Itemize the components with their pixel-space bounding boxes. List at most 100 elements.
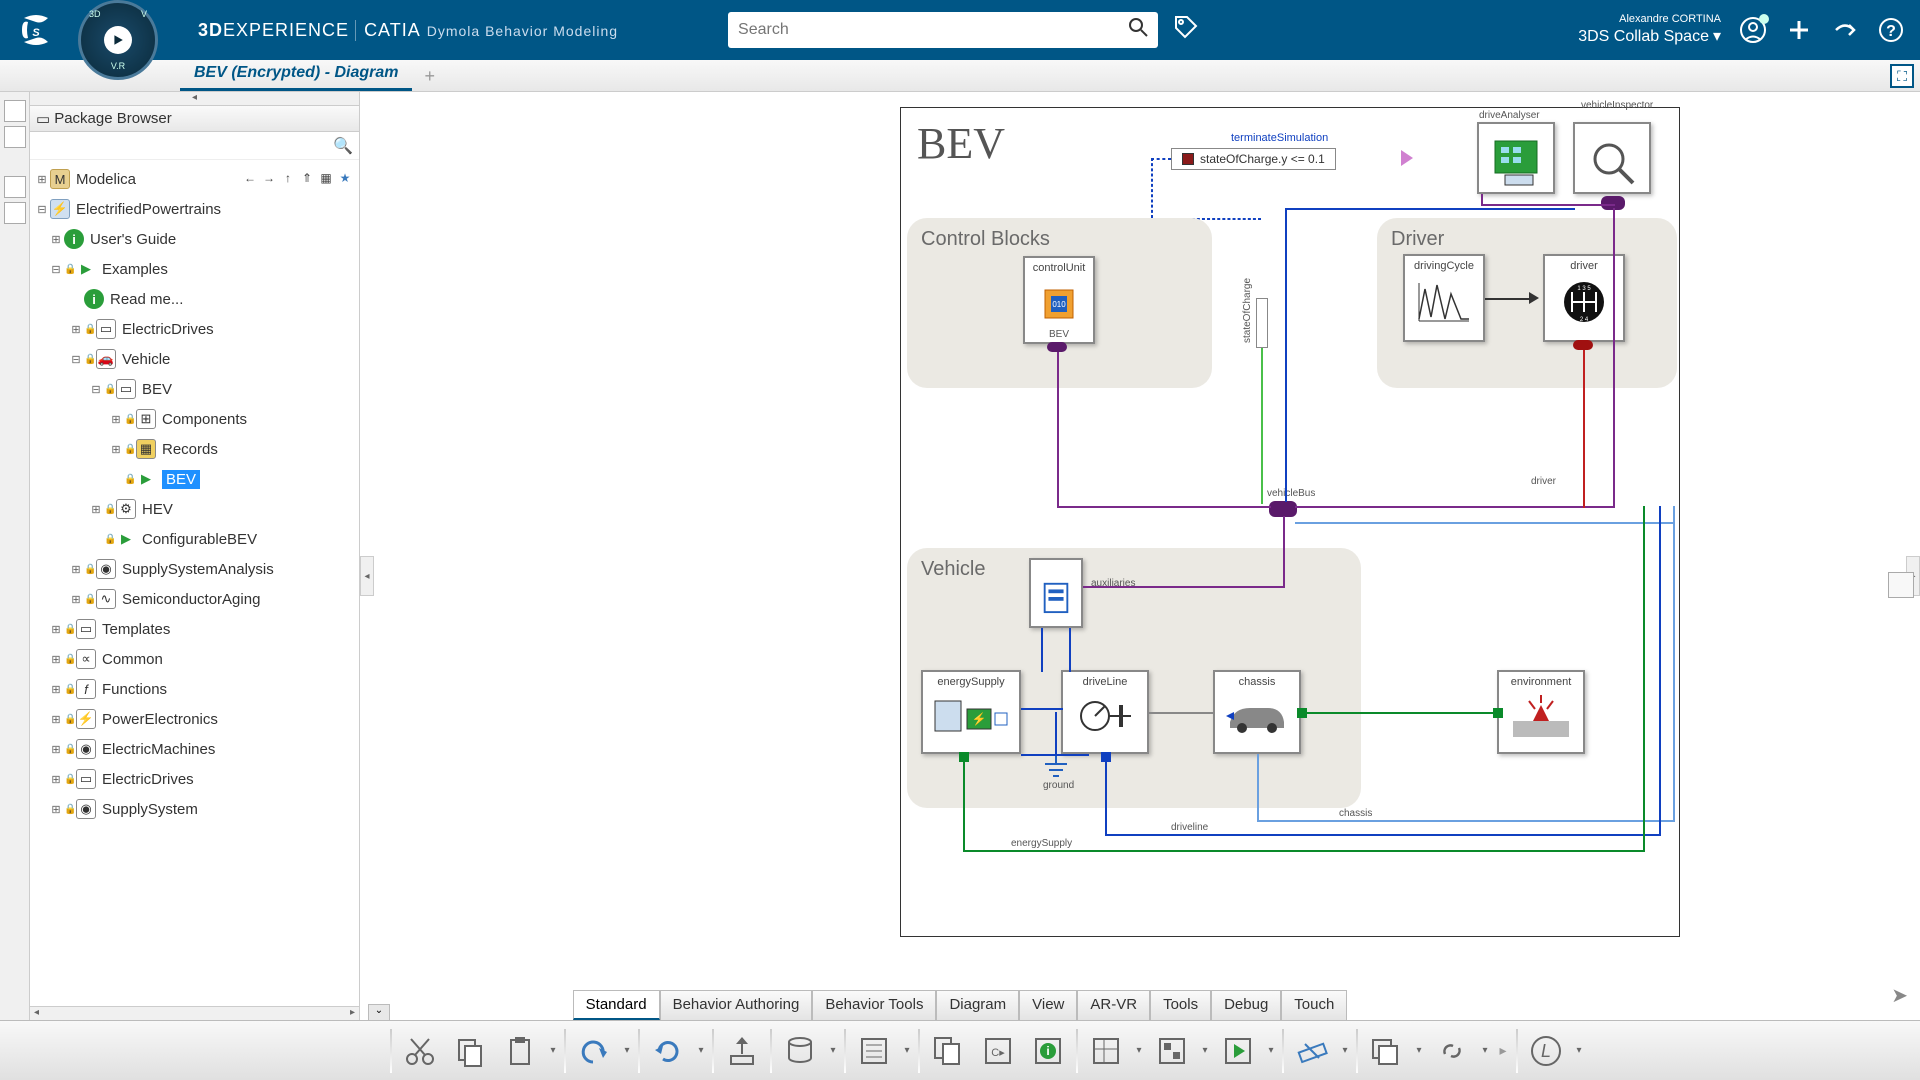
grid2-icon[interactable]: [1150, 1029, 1194, 1073]
energy-supply-block[interactable]: energySupply ⚡: [921, 670, 1021, 754]
run-dropdown[interactable]: ▾: [1266, 1045, 1276, 1056]
tree-node-templates[interactable]: ⊞🔒▭ Templates: [30, 614, 359, 644]
tab-ar-vr[interactable]: AR-VR: [1077, 990, 1150, 1020]
tree-nav-star-icon[interactable]: ★: [337, 171, 353, 187]
package-filter-icon[interactable]: 🔍: [333, 136, 353, 156]
user-block[interactable]: Alexandre CORTINA 3DS Collab Space▾: [1578, 12, 1721, 47]
diagram-canvas[interactable]: ◂ ▸ ➤ BEV terminateSimulation stateOfCha…: [360, 92, 1920, 1020]
tab-tools[interactable]: Tools: [1150, 990, 1211, 1020]
properties-icon[interactable]: [852, 1029, 896, 1073]
tree-nav-top-icon[interactable]: ⇑: [299, 171, 315, 187]
tab-standard[interactable]: Standard: [573, 990, 660, 1020]
tree-node-power-electronics[interactable]: ⊞🔒⚡ PowerElectronics: [30, 704, 359, 734]
tree-node-vehicle[interactable]: ⊟🔒🚗 Vehicle: [30, 344, 359, 374]
measure-icon[interactable]: [1290, 1029, 1334, 1073]
database-icon[interactable]: [778, 1029, 822, 1073]
thumbnail-toggle[interactable]: [1888, 572, 1914, 598]
vehicle-bus-node[interactable]: [1269, 501, 1297, 517]
tree-nav-grid-icon[interactable]: ▦: [318, 171, 334, 187]
layers-icon[interactable]: [1364, 1029, 1408, 1073]
refresh-dropdown[interactable]: ▾: [696, 1045, 706, 1056]
tree-node-functions[interactable]: ⊞🔒f Functions: [30, 674, 359, 704]
search-box[interactable]: [728, 12, 1158, 48]
refresh-icon[interactable]: [646, 1029, 690, 1073]
tree-node-modelica[interactable]: ⊞M Modelica ← → ↑ ⇑ ▦ ★: [30, 164, 359, 194]
package-filter-input[interactable]: [36, 138, 333, 153]
vtool-3[interactable]: [4, 176, 26, 198]
tree-node-semiconductor-aging[interactable]: ⊞🔒∿ SemiconductorAging: [30, 584, 359, 614]
code-icon[interactable]: C▸: [976, 1029, 1020, 1073]
undo-dropdown[interactable]: ▾: [622, 1045, 632, 1056]
paste-icon[interactable]: [498, 1029, 542, 1073]
tree-node-users-guide[interactable]: ⊞i User's Guide: [30, 224, 359, 254]
terminate-block[interactable]: stateOfCharge.y <= 0.1: [1171, 148, 1336, 170]
chassis-block[interactable]: chassis: [1213, 670, 1301, 754]
toolbar-overflow[interactable]: ▸: [1496, 1042, 1510, 1059]
tree-node-electric-machines[interactable]: ⊞🔒◉ ElectricMachines: [30, 734, 359, 764]
upload-icon[interactable]: [720, 1029, 764, 1073]
grid1-icon[interactable]: [1084, 1029, 1128, 1073]
vtool-4[interactable]: [4, 202, 26, 224]
tree-node-electric-drives[interactable]: ⊞🔒▭ ElectricDrives: [30, 314, 359, 344]
driveline-block[interactable]: driveLine: [1061, 670, 1149, 754]
tree-nav-fwd-icon[interactable]: →: [261, 171, 277, 187]
measure-dropdown[interactable]: ▾: [1340, 1045, 1350, 1056]
grid1-dropdown[interactable]: ▾: [1134, 1045, 1144, 1056]
tab-behavior-tools[interactable]: Behavior Tools: [812, 990, 936, 1020]
vehicle-inspector-block[interactable]: [1573, 122, 1651, 194]
tree-node-readme[interactable]: i Read me...: [30, 284, 359, 314]
tree-node-hev[interactable]: ⊞🔒⚙ HEV: [30, 494, 359, 524]
state-of-charge-sensor[interactable]: [1256, 298, 1268, 348]
tree-node-common[interactable]: ⊞🔒∝ Common: [30, 644, 359, 674]
compass-icon[interactable]: 3D V V.R: [78, 0, 168, 90]
vtool-2[interactable]: [4, 126, 26, 148]
tree-node-bev-model[interactable]: 🔒▶ BEV: [30, 464, 359, 494]
tree-node-bev-pkg[interactable]: ⊟🔒▭ BEV: [30, 374, 359, 404]
collab-space-selector[interactable]: 3DS Collab Space▾: [1578, 27, 1721, 48]
paste-dropdown[interactable]: ▾: [548, 1045, 558, 1056]
canvas-expand-left[interactable]: ◂: [360, 556, 374, 596]
undo-icon[interactable]: [572, 1029, 616, 1073]
tab-behavior-authoring[interactable]: Behavior Authoring: [660, 990, 813, 1020]
tab-touch[interactable]: Touch: [1281, 990, 1347, 1020]
run-icon[interactable]: [1216, 1029, 1260, 1073]
tree-node-supply-system-analysis[interactable]: ⊞🔒◉ SupplySystemAnalysis: [30, 554, 359, 584]
database-dropdown[interactable]: ▾: [828, 1045, 838, 1056]
tree-node-examples[interactable]: ⊟🔒▶ Examples: [30, 254, 359, 284]
add-tab-button[interactable]: +: [424, 66, 435, 91]
fullscreen-button[interactable]: ⛶: [1890, 64, 1914, 88]
auxiliaries-block[interactable]: [1029, 558, 1083, 628]
tab-debug[interactable]: Debug: [1211, 990, 1281, 1020]
tree-node-supply-system[interactable]: ⊞🔒◉ SupplySystem: [30, 794, 359, 824]
vtool-1[interactable]: [4, 100, 26, 122]
package-browser-search[interactable]: 🔍: [30, 132, 359, 160]
copy-icon[interactable]: [448, 1029, 492, 1073]
panel-collapse-handle[interactable]: ◂: [30, 92, 359, 106]
tree-node-configurable-bev[interactable]: 🔒▶ ConfigurableBEV: [30, 524, 359, 554]
drive-analyser-block[interactable]: [1477, 122, 1555, 194]
cut-icon[interactable]: [398, 1029, 442, 1073]
tree-nav-back-icon[interactable]: ←: [242, 171, 258, 187]
bottom-tabs-collapse[interactable]: ⌄: [368, 1004, 390, 1020]
properties-dropdown[interactable]: ▾: [902, 1045, 912, 1056]
tab-view[interactable]: View: [1019, 990, 1077, 1020]
document-tab-active[interactable]: BEV (Encrypted) - Diagram: [180, 58, 412, 91]
environment-block[interactable]: environment: [1497, 670, 1585, 754]
search-icon[interactable]: [1128, 17, 1148, 43]
driving-cycle-block[interactable]: drivingCycle: [1403, 254, 1485, 342]
add-icon[interactable]: [1785, 16, 1813, 44]
tab-diagram[interactable]: Diagram: [936, 990, 1019, 1020]
tree-node-records[interactable]: ⊞🔒▦ Records: [30, 434, 359, 464]
link-icon[interactable]: [1430, 1029, 1474, 1073]
tag-icon[interactable]: [1173, 14, 1199, 47]
control-unit-block[interactable]: controlUnit 010 BEV: [1023, 256, 1095, 344]
share-icon[interactable]: [1831, 16, 1859, 44]
layers-dropdown[interactable]: ▾: [1414, 1045, 1424, 1056]
help-icon[interactable]: ?: [1877, 16, 1905, 44]
lambda-dropdown[interactable]: ▾: [1574, 1045, 1584, 1056]
link-dropdown[interactable]: ▾: [1480, 1045, 1490, 1056]
duplicate-icon[interactable]: [926, 1029, 970, 1073]
info-icon[interactable]: i: [1026, 1029, 1070, 1073]
search-input[interactable]: [738, 21, 1128, 39]
ds-logo[interactable]: S: [8, 3, 63, 58]
